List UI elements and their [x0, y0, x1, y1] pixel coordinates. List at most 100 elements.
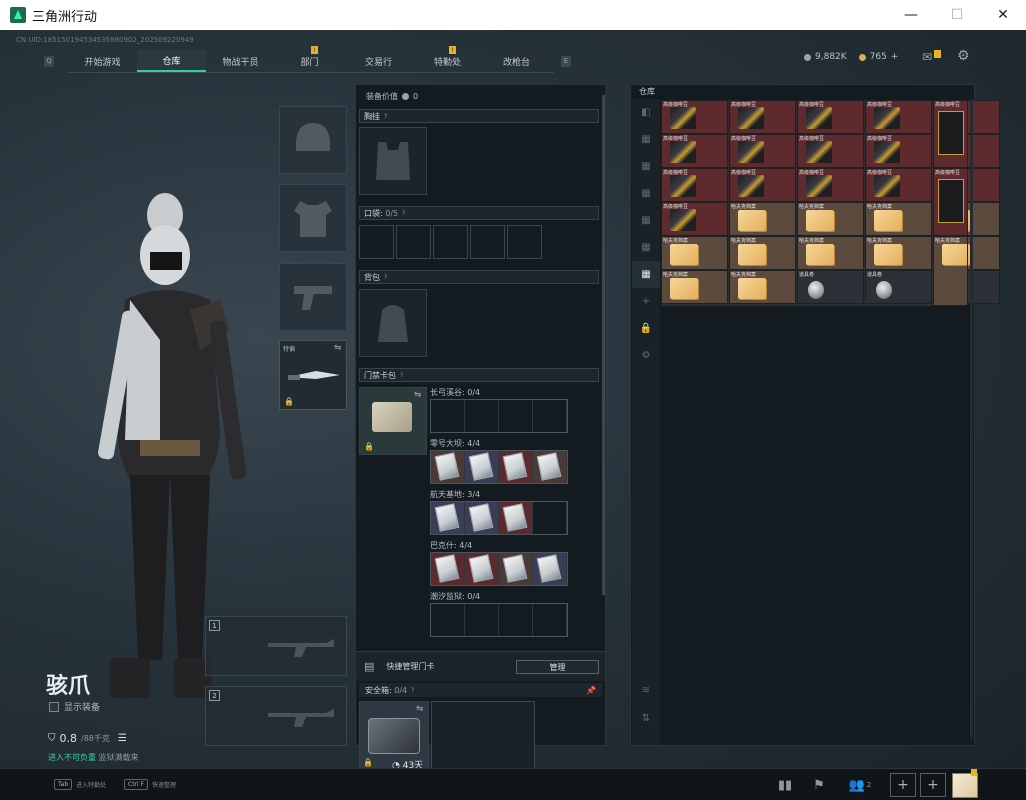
nav-prev-key[interactable]: Q — [44, 55, 54, 67]
safe-box-slot[interactable]: ⇋ 🔒 ◔ 43天 — [359, 701, 429, 771]
swap-icon[interactable]: ⇋ — [334, 343, 342, 353]
coffee-box-item[interactable]: 高级咖啡豆 — [661, 202, 728, 236]
hint-special-ops[interactable]: Tab 进入特勤处 — [54, 779, 106, 790]
armor-slot[interactable] — [279, 184, 347, 252]
coffee-box-item[interactable]: 高级咖啡豆 — [661, 168, 728, 202]
helmet-slot[interactable] — [279, 106, 347, 174]
keycard-cell[interactable] — [465, 400, 499, 432]
coffee-bag-item[interactable]: 高级咖啡豆 — [933, 168, 968, 236]
keycard-cell[interactable] — [533, 400, 567, 432]
tab-all-icon[interactable]: ◧ — [632, 99, 660, 126]
keycard-cell[interactable] — [499, 604, 533, 636]
keycard-cell[interactable] — [465, 604, 499, 636]
checkbox[interactable] — [49, 701, 59, 712]
chest-rig-slot[interactable] — [359, 127, 427, 195]
tab-bag-6-icon[interactable]: ▦ — [632, 261, 660, 288]
tab-operators[interactable]: 物战干员 — [206, 50, 275, 72]
pocket-slot[interactable] — [396, 225, 431, 259]
help-icon[interactable]: ? — [384, 274, 387, 281]
pocket-slot[interactable] — [470, 225, 505, 259]
document-item[interactable]: 哈夫克档案 — [797, 202, 864, 236]
team-slot-add[interactable]: + — [890, 773, 916, 797]
pocket-slot[interactable] — [433, 225, 468, 259]
help-icon[interactable]: ? — [400, 372, 403, 379]
coffee-box-item[interactable]: 高级咖啡豆 — [729, 134, 796, 168]
document-item[interactable]: 哈夫克档案 — [865, 236, 932, 270]
coffee-bag-item[interactable]: 高级咖啡豆 — [933, 100, 968, 168]
hint-quick-sort[interactable]: Ctrl F 快速整理 — [124, 779, 176, 790]
document-item[interactable]: 哈夫克档案 — [729, 202, 796, 236]
manage-button[interactable]: 管理 — [516, 660, 599, 674]
keycard-cell[interactable] — [431, 553, 465, 585]
list-icon[interactable]: ☰ — [118, 733, 127, 744]
coffee-box-item[interactable]: 高级咖啡豆 — [797, 134, 864, 168]
keycard-cell[interactable] — [533, 553, 567, 585]
stats-icon[interactable]: ▮▮ — [770, 773, 800, 797]
tab-bag-4-icon[interactable]: ▦ — [632, 207, 660, 234]
tab-bag-1-icon[interactable]: ▦ — [632, 126, 660, 153]
coffee-box-item[interactable]: 高级咖啡豆 — [865, 100, 932, 134]
tab-bag-2-icon[interactable]: ▦ — [632, 153, 660, 180]
help-icon[interactable]: ? — [402, 210, 405, 217]
coffee-box-item[interactable]: 高级咖啡豆 — [729, 100, 796, 134]
pocket-slot[interactable] — [507, 225, 542, 259]
tab-start-game[interactable]: 开始游戏 — [68, 50, 137, 72]
keycard-cell[interactable] — [499, 553, 533, 585]
pistol-slot[interactable] — [279, 263, 347, 331]
maximize-button[interactable]: ☐ — [934, 0, 980, 30]
pin-icon[interactable]: 📌 — [586, 686, 596, 695]
document-item[interactable]: 哈夫克档案 — [729, 236, 796, 270]
lock-tab-icon[interactable]: 🔒 — [632, 315, 660, 342]
tab-bag-5-icon[interactable]: ▦ — [632, 234, 660, 261]
keycard-cell[interactable] — [431, 400, 465, 432]
add-tab-icon[interactable]: + — [632, 288, 660, 315]
document-item[interactable]: 哈夫克档案 — [661, 236, 728, 270]
grenade-item[interactable]: 道具卷 — [797, 270, 864, 304]
melee-slot[interactable]: 特偏 ⇋ 🔒 — [279, 340, 347, 410]
settings-gear-icon[interactable]: ⚙ — [957, 48, 975, 66]
team-slot-add[interactable]: + — [920, 773, 946, 797]
backpack-slot[interactable] — [359, 289, 427, 357]
settings-tab-icon[interactable]: ⚙ — [632, 342, 660, 369]
keycard-cell[interactable] — [465, 502, 499, 534]
keycard-cell[interactable] — [431, 604, 465, 636]
help-icon[interactable]: ? — [384, 113, 387, 120]
keycard-cell[interactable] — [465, 451, 499, 483]
coffee-box-item[interactable]: 高级咖啡豆 — [865, 168, 932, 202]
keycard-cell[interactable] — [499, 502, 533, 534]
keycard-cell[interactable] — [465, 553, 499, 585]
coffee-box-item[interactable]: 高级咖啡豆 — [865, 134, 932, 168]
document-item[interactable]: 哈夫克档案 — [729, 270, 796, 304]
keycard-cell[interactable] — [499, 400, 533, 432]
layers-icon[interactable]: ≋ — [632, 677, 660, 704]
coffee-box-item[interactable]: 高级咖啡豆 — [729, 168, 796, 202]
secondary-weapon-slot[interactable]: 2 — [205, 686, 347, 746]
tab-warehouse[interactable]: 仓库 — [137, 50, 206, 72]
coffee-box-item[interactable]: 高级咖啡豆 — [661, 100, 728, 134]
pocket-slot[interactable] — [359, 225, 394, 259]
primary-weapon-slot[interactable]: 1 — [205, 616, 347, 676]
flag-icon[interactable]: ⚑ — [804, 773, 834, 797]
tab-bag-3-icon[interactable]: ▦ — [632, 180, 660, 207]
keycard-case-slot[interactable]: ⇋ 🔒 — [359, 387, 427, 455]
coffee-box-item[interactable]: 高级咖啡豆 — [797, 168, 864, 202]
close-button[interactable]: ✕ — [980, 0, 1026, 30]
tab-trading[interactable]: 交易行 — [344, 50, 413, 72]
document-item[interactable]: 哈夫克档案 — [865, 202, 932, 236]
nav-next-key[interactable]: E — [561, 55, 571, 67]
tab-special-ops[interactable]: 特勤处! — [413, 46, 482, 72]
grenade-item[interactable]: 道具卷 — [865, 270, 932, 304]
coffee-box-item[interactable]: 高级咖啡豆 — [661, 134, 728, 168]
document-item[interactable]: 哈夫克档案 — [933, 236, 968, 306]
show-equipment-toggle[interactable]: 显示装备 — [49, 700, 100, 713]
minimize-button[interactable]: — — [888, 0, 934, 30]
swap-icon[interactable]: ⇋ — [416, 704, 424, 714]
document-item[interactable]: 哈夫克档案 — [797, 236, 864, 270]
safe-box-grid[interactable] — [431, 701, 535, 771]
gold-add-button[interactable]: + — [891, 52, 899, 62]
scrollbar[interactable] — [970, 99, 973, 739]
sort-icon[interactable]: ⇅ — [632, 705, 660, 732]
keycard-cell[interactable] — [431, 502, 465, 534]
keycard-cell[interactable] — [499, 451, 533, 483]
keycard-cell[interactable] — [533, 604, 567, 636]
